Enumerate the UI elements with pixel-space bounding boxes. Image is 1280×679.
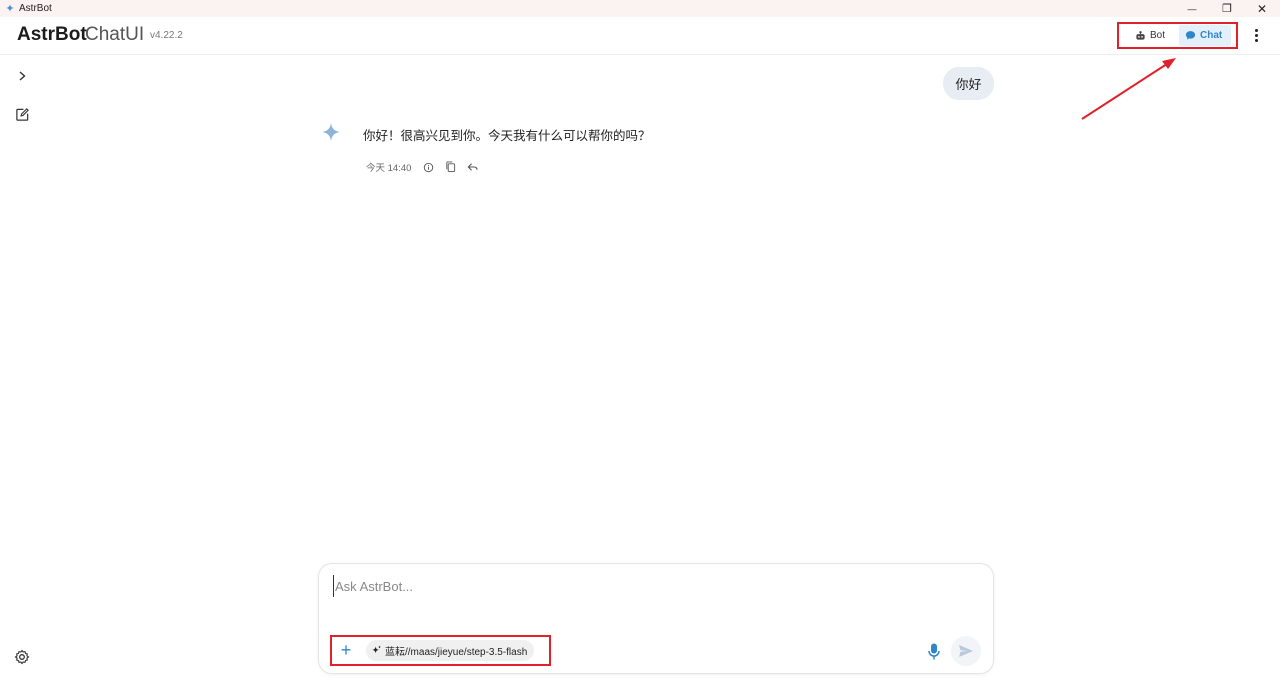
message-info-button[interactable] <box>421 160 435 174</box>
chat-bubble-icon <box>1185 31 1196 40</box>
settings-gear-icon <box>14 649 30 665</box>
expand-sidebar-button[interactable] <box>12 66 32 86</box>
bot-message-meta: 今天 14:40 <box>366 160 487 174</box>
model-name: 蓝耘//maas/jieyue/step-3.5-flash <box>385 647 528 658</box>
user-message-text: 你好 <box>955 77 982 92</box>
minimize-icon: — <box>1187 3 1197 14</box>
bot-icon <box>1136 31 1145 40</box>
bot-message-text: 你好！很高兴见到你。今天我有什么可以帮你的吗？ <box>363 129 651 143</box>
copy-message-button[interactable] <box>443 160 457 174</box>
reply-icon <box>467 163 478 171</box>
restore-button[interactable]: ❐ <box>1212 0 1242 17</box>
message-composer: + 蓝耘//maas/jieyue/step-3.5-flash <box>318 563 994 674</box>
chat-mode-button[interactable]: Chat <box>1179 25 1231 46</box>
window-titlebar: ✦ AstrBot — ❐ ✕ <box>0 0 1280 17</box>
chevron-right-icon <box>19 71 26 81</box>
plus-icon: + <box>340 640 352 660</box>
bot-avatar-sparkle-icon <box>322 123 340 141</box>
app-logo-icon: ✦ <box>5 2 15 15</box>
restore-icon: ❐ <box>1222 3 1232 15</box>
add-attachment-button[interactable]: + <box>338 640 354 660</box>
user-message-bubble: 你好 <box>943 67 994 100</box>
sparkles-icon <box>372 645 382 654</box>
settings-button[interactable] <box>12 647 32 667</box>
window-title: AstrBot <box>19 3 52 14</box>
send-button[interactable] <box>951 636 981 666</box>
more-options-button[interactable] <box>1250 27 1262 43</box>
info-icon <box>423 162 434 172</box>
new-chat-button[interactable] <box>12 104 32 124</box>
microphone-icon[interactable] <box>926 642 942 662</box>
brand-subtitle: ChatUI <box>85 24 145 45</box>
bot-mode-button[interactable]: Bot <box>1131 25 1179 46</box>
version-label: v4.22.2 <box>150 30 183 41</box>
minimize-button[interactable]: — <box>1177 0 1207 17</box>
more-dot <box>1254 28 1258 32</box>
reply-message-button[interactable] <box>465 160 479 174</box>
message-timestamp: 今天 14:40 <box>366 163 412 174</box>
composer-toolbar: + 蓝耘//maas/jieyue/step-3.5-flash <box>330 635 551 666</box>
close-button[interactable]: ✕ <box>1247 0 1277 17</box>
new-chat-icon <box>15 107 29 121</box>
copy-icon <box>446 161 456 173</box>
send-icon <box>959 645 973 657</box>
chat-mode-label: Chat <box>1200 30 1223 41</box>
mode-switch: Bot Chat <box>1117 22 1238 49</box>
app-header: AstrBot ChatUI v4.22.2 Bot Chat <box>0 17 1280 55</box>
model-selector[interactable]: 蓝耘//maas/jieyue/step-3.5-flash <box>366 640 535 661</box>
more-dot <box>1254 33 1258 37</box>
message-input[interactable] <box>333 575 973 597</box>
close-icon: ✕ <box>1256 1 1268 16</box>
brand-name: AstrBot <box>17 24 87 45</box>
more-dot <box>1254 38 1258 42</box>
bot-mode-label: Bot <box>1150 30 1166 41</box>
